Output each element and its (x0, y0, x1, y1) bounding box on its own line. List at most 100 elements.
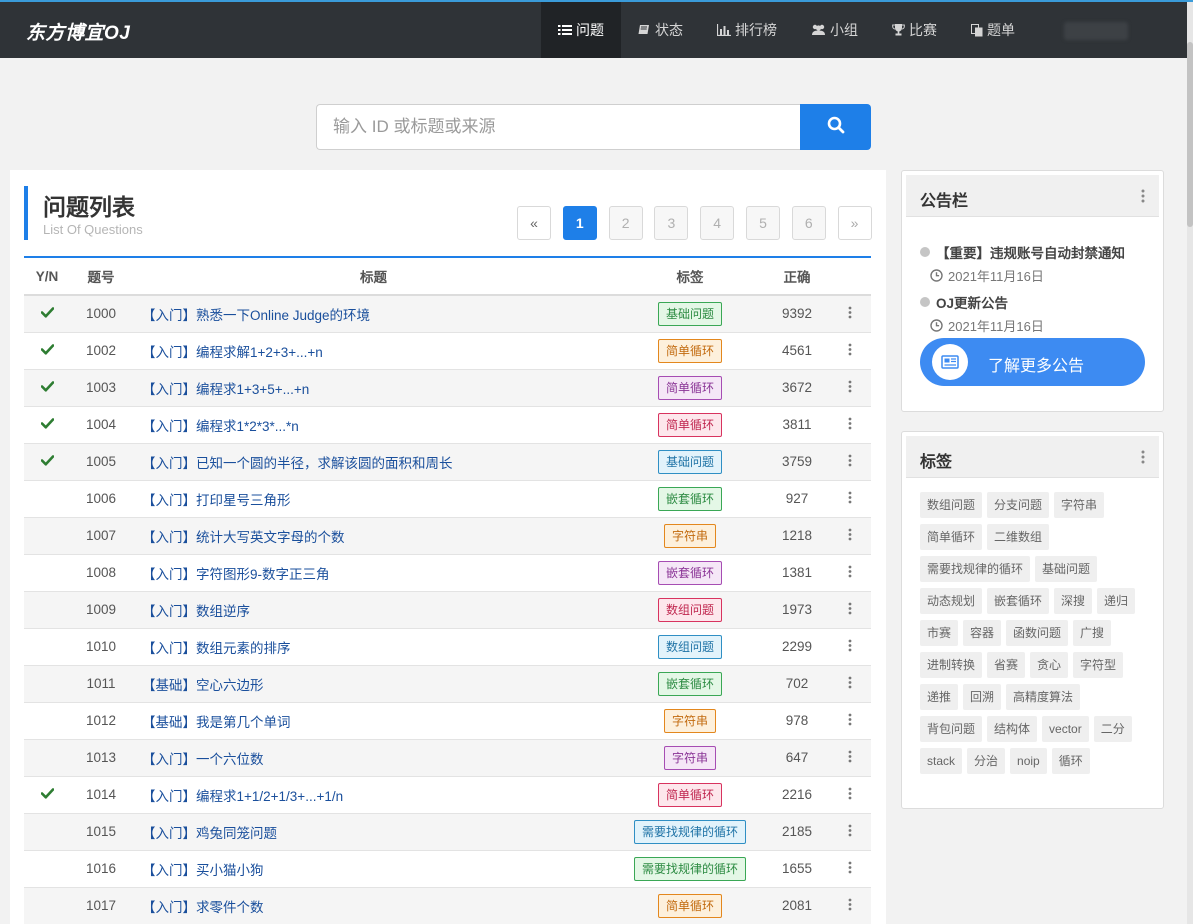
page-scrollbar[interactable] (1187, 2, 1193, 924)
problem-title-link[interactable]: 【入门】打印星号三角形 (142, 493, 291, 508)
site-logo[interactable]: 东方博宜OJ (26, 18, 130, 45)
pagination-next[interactable]: » (837, 206, 872, 240)
more-vertical-icon[interactable] (1141, 450, 1145, 469)
tag-cloud-item[interactable]: 分支问题 (987, 492, 1050, 518)
tag-cloud-item[interactable]: 容器 (963, 620, 1002, 646)
problem-tag[interactable]: 简单循环 (657, 782, 722, 807)
more-vertical-icon[interactable] (848, 565, 852, 581)
pagination-page[interactable]: 3 (654, 206, 689, 240)
problem-title-link[interactable]: 【入门】编程求1*2*3*...*n (142, 419, 299, 434)
tag-cloud-item[interactable]: 进制转换 (920, 652, 983, 678)
problem-title-link[interactable]: 【入门】熟悉一下Online Judge的环境 (142, 308, 370, 323)
more-vertical-icon[interactable] (848, 639, 852, 655)
tag-cloud-item[interactable]: 背包问题 (920, 716, 983, 742)
problem-tag[interactable]: 字符串 (663, 708, 716, 733)
tag-cloud-item[interactable]: 需要找规律的循环 (920, 556, 1031, 582)
col-accepted[interactable]: 正确 (765, 257, 829, 295)
tag-cloud-item[interactable]: 二维数组 (987, 524, 1050, 550)
problem-title-link[interactable]: 【入门】一个六位数 (142, 752, 264, 767)
problem-tag[interactable]: 简单循环 (657, 375, 722, 400)
notice-title[interactable]: 【重要】违规账号自动封禁通知 (936, 242, 1125, 262)
search-button[interactable] (800, 104, 871, 150)
problem-tag[interactable]: 简单循环 (657, 412, 722, 437)
more-vertical-icon[interactable] (848, 824, 852, 840)
tag-cloud-item[interactable]: 广搜 (1073, 620, 1112, 646)
problem-tag[interactable]: 数组问题 (657, 597, 722, 622)
problem-tag[interactable]: 字符串 (663, 745, 716, 770)
tag-cloud-item[interactable]: 动态规划 (920, 588, 983, 614)
problem-tag[interactable]: 需要找规律的循环 (633, 819, 746, 844)
tag-cloud-item[interactable]: stack (920, 748, 963, 774)
problem-title-link[interactable]: 【基础】空心六边形 (142, 678, 264, 693)
problem-tag[interactable]: 需要找规律的循环 (633, 856, 746, 881)
more-vertical-icon[interactable] (848, 454, 852, 470)
tag-cloud-item[interactable]: 分治 (967, 748, 1006, 774)
nav-contests[interactable]: 比赛 (875, 2, 954, 58)
tag-cloud-item[interactable]: 简单循环 (920, 524, 983, 550)
problem-tag[interactable]: 字符串 (663, 523, 716, 548)
tag-cloud-item[interactable]: 字符型 (1073, 652, 1124, 678)
more-vertical-icon[interactable] (848, 417, 852, 433)
nav-status[interactable]: 状态 (621, 2, 700, 58)
tag-cloud-item[interactable]: 字符串 (1054, 492, 1105, 518)
tag-cloud-item[interactable]: 函数问题 (1006, 620, 1069, 646)
tag-cloud-item[interactable]: 基础问题 (1035, 556, 1098, 582)
problem-tag[interactable]: 基础问题 (657, 449, 722, 474)
more-vertical-icon[interactable] (848, 713, 852, 729)
problem-title-link[interactable]: 【入门】鸡兔同笼问题 (142, 826, 277, 841)
more-vertical-icon[interactable] (848, 861, 852, 877)
pagination-page[interactable]: 4 (700, 206, 735, 240)
problem-tag[interactable]: 数组问题 (657, 634, 722, 659)
problem-title-link[interactable]: 【入门】买小猫小狗 (142, 863, 264, 878)
tag-cloud-item[interactable]: 高精度算法 (1006, 684, 1081, 710)
pagination-page[interactable]: 1 (562, 206, 597, 240)
more-vertical-icon[interactable] (848, 491, 852, 507)
nav-ranking[interactable]: 排行榜 (700, 2, 794, 58)
search-input[interactable] (316, 104, 801, 150)
tag-cloud-item[interactable]: 省赛 (987, 652, 1026, 678)
pagination-prev[interactable]: « (517, 206, 551, 240)
problem-title-link[interactable]: 【入门】统计大写英文字母的个数 (142, 530, 345, 545)
tag-cloud-item[interactable]: 循环 (1051, 748, 1090, 774)
scrollbar-thumb[interactable] (1187, 42, 1193, 227)
tag-cloud-item[interactable]: 二分 (1093, 716, 1132, 742)
nav-problem-sets[interactable]: 题单 (954, 2, 1032, 58)
problem-title-link[interactable]: 【入门】数组元素的排序 (142, 641, 291, 656)
problem-tag[interactable]: 简单循环 (657, 893, 722, 918)
tag-cloud-item[interactable]: vector (1042, 716, 1089, 742)
tag-cloud-item[interactable]: noip (1010, 748, 1047, 774)
problem-title-link[interactable]: 【入门】数组逆序 (142, 604, 250, 619)
problem-tag[interactable]: 基础问题 (657, 301, 722, 326)
problem-title-link[interactable]: 【入门】编程求1+1/2+1/3+...+1/n (142, 789, 343, 804)
user-menu[interactable] (1064, 22, 1128, 40)
more-vertical-icon[interactable] (848, 602, 852, 618)
tag-cloud-item[interactable]: 回溯 (963, 684, 1002, 710)
problem-title-link[interactable]: 【入门】字符图形9-数字正三角 (142, 567, 330, 582)
more-vertical-icon[interactable] (848, 787, 852, 803)
pagination-page[interactable]: 6 (791, 206, 826, 240)
more-vertical-icon[interactable] (1141, 189, 1145, 208)
more-vertical-icon[interactable] (848, 306, 852, 322)
problem-title-link[interactable]: 【入门】已知一个圆的半径，求解该圆的面积和周长 (142, 456, 453, 471)
more-vertical-icon[interactable] (848, 528, 852, 544)
problem-title-link[interactable]: 【入门】求零件个数 (142, 900, 264, 915)
more-vertical-icon[interactable] (848, 343, 852, 359)
more-vertical-icon[interactable] (848, 750, 852, 766)
more-vertical-icon[interactable] (848, 380, 852, 396)
notice-title[interactable]: OJ更新公告 (936, 292, 1008, 312)
problem-title-link[interactable]: 【基础】我是第几个单词 (142, 715, 291, 730)
problem-title-link[interactable]: 【入门】编程求1+3+5+...+n (142, 382, 309, 397)
pagination-page[interactable]: 5 (745, 206, 780, 240)
problem-tag[interactable]: 嵌套循环 (657, 671, 722, 696)
more-notices-button[interactable]: 了解更多公告 (920, 338, 1145, 386)
tag-cloud-item[interactable]: 贪心 (1030, 652, 1069, 678)
nav-groups[interactable]: 小组 (794, 2, 875, 58)
tag-cloud-item[interactable]: 递推 (920, 684, 959, 710)
more-vertical-icon[interactable] (848, 676, 852, 692)
tag-cloud-item[interactable]: 数组问题 (920, 492, 983, 518)
tag-cloud-item[interactable]: 市赛 (920, 620, 959, 646)
pagination-page[interactable]: 2 (608, 206, 643, 240)
tag-cloud-item[interactable]: 嵌套循环 (987, 588, 1050, 614)
more-vertical-icon[interactable] (848, 898, 852, 914)
col-id[interactable]: 题号 (70, 257, 132, 295)
